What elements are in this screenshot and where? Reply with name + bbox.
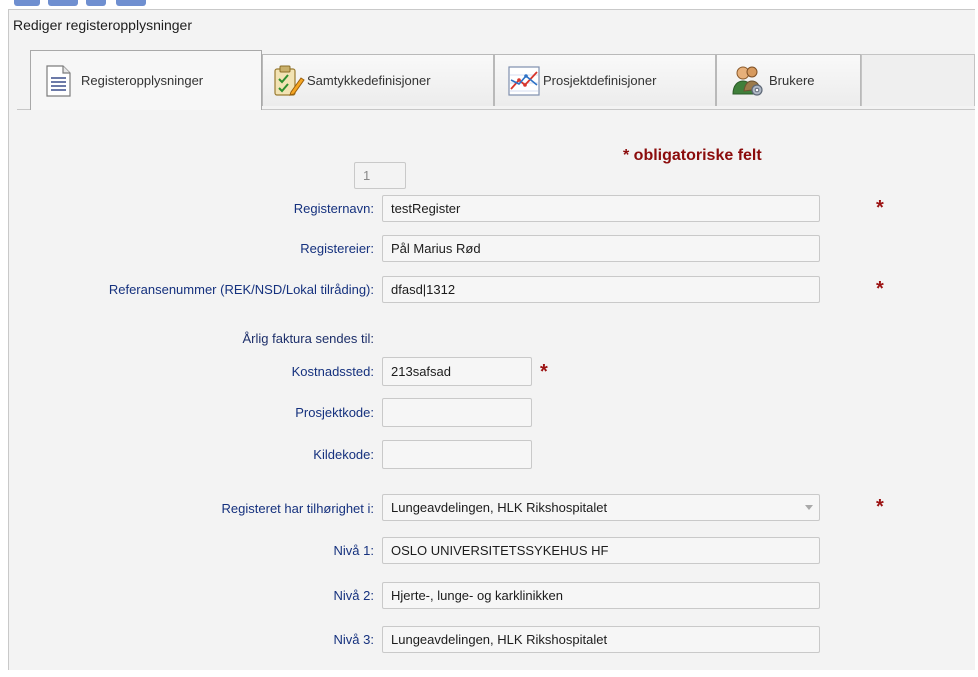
source-code-label: Kildekode:	[313, 447, 374, 462]
tab-prosjektdefinisjoner[interactable]: Prosjektdefinisjoner	[494, 54, 716, 106]
register-name-label: Registernavn:	[293, 201, 374, 216]
reference-number-label: Referansenummer (REK/NSD/Lokal tilråding…	[108, 282, 374, 297]
window-title: Rediger registeropplysninger	[13, 17, 192, 33]
cost-center-label: Kostnadssted:	[291, 364, 374, 379]
tab-label: Brukere	[769, 73, 815, 88]
tab-samtykkedefinisjoner[interactable]: Samtykkedefinisjoner	[262, 54, 494, 106]
edge-fragment	[14, 0, 40, 6]
level3-label: Nivå 3:	[333, 632, 374, 647]
belongs-to-value: Lungeavdelingen, HLK Rikshospitalet	[391, 500, 608, 515]
top-edge-strip	[0, 0, 978, 9]
required-star: *	[876, 197, 884, 219]
chevron-down-icon[interactable]	[805, 505, 813, 510]
level1-field: OSLO UNIVERSITETSSYKEHUS HF	[382, 537, 820, 564]
tab-bar: Registeropplysninger Samtykkedefinisjone…	[17, 50, 975, 110]
level3-field: Lungeavdelingen, HLK Rikshospitalet	[382, 626, 820, 653]
chart-icon	[508, 65, 540, 96]
register-owner-input[interactable]: Pål Marius Rød	[382, 235, 820, 262]
tab-label: Registeropplysninger	[81, 73, 204, 88]
required-star: *	[876, 278, 884, 300]
tab-brukere[interactable]: Brukere	[716, 54, 861, 106]
source-code-input[interactable]	[382, 440, 532, 469]
tab-bar-filler	[861, 54, 975, 106]
level2-label: Nivå 2:	[333, 588, 374, 603]
required-star: *	[540, 361, 548, 383]
required-star: *	[876, 496, 884, 518]
project-code-label: Prosjektkode:	[295, 405, 374, 420]
belongs-to-select[interactable]: Lungeavdelingen, HLK Rikshospitalet	[382, 494, 820, 521]
level2-field: Hjerte-, lunge- og karklinikken	[382, 582, 820, 609]
level1-label: Nivå 1:	[333, 543, 374, 558]
reference-number-input[interactable]: dfasd|1312	[382, 276, 820, 303]
register-owner-label: Registereier:	[300, 241, 374, 256]
edge-fragment	[48, 0, 78, 6]
register-name-input[interactable]: testRegister	[382, 195, 820, 222]
form-panel: * obligatoriske felt 1 Registernavn: tes…	[17, 110, 975, 670]
project-code-input[interactable]	[382, 398, 532, 427]
tab-label: Prosjektdefinisjoner	[543, 73, 657, 88]
edge-fragment	[86, 0, 106, 6]
record-id-field: 1	[354, 162, 406, 189]
document-icon	[46, 64, 71, 97]
tab-registeropplysninger[interactable]: Registeropplysninger	[30, 50, 262, 110]
belongs-to-label: Registeret har tilhørighet i:	[221, 501, 374, 516]
edit-register-window: Rediger registeropplysninger Registeropp…	[8, 9, 975, 670]
tab-label: Samtykkedefinisjoner	[307, 73, 431, 88]
invoice-heading: Årlig faktura sendes til:	[242, 331, 374, 346]
required-fields-note: * obligatoriske felt	[623, 147, 762, 164]
users-gear-icon	[732, 66, 763, 96]
cost-center-input[interactable]: 213safsad	[382, 357, 532, 386]
edge-fragment	[116, 0, 146, 6]
clipboard-pen-icon	[274, 65, 305, 96]
